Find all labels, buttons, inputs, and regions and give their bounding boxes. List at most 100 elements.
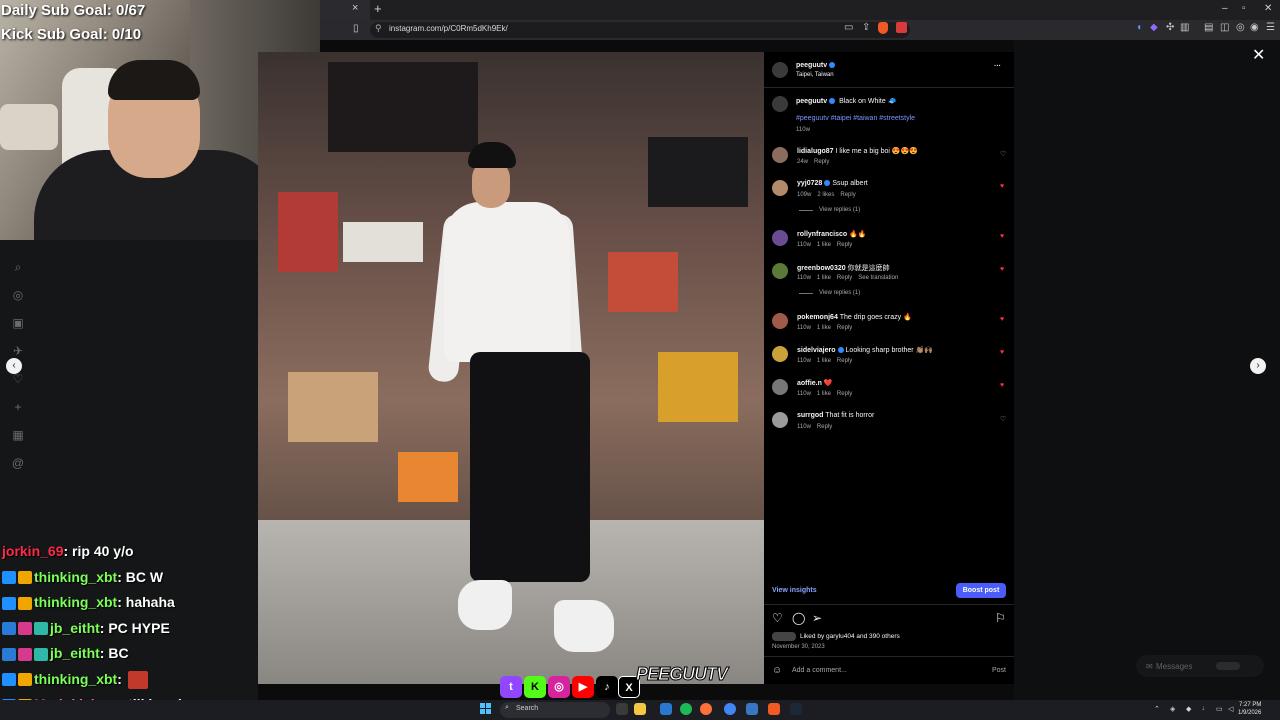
commenter-username[interactable]: yyj0728: [797, 180, 822, 187]
microphone-icon[interactable]: ♩: [1202, 705, 1209, 712]
minimize-button[interactable]: –: [1222, 3, 1228, 14]
comment-like-icon[interactable]: ♥: [1000, 382, 1004, 389]
app-icon[interactable]: [660, 703, 672, 715]
comment-like-icon[interactable]: ♥: [1000, 266, 1004, 273]
share-icon[interactable]: ➢: [812, 611, 822, 625]
view-replies-link[interactable]: View replies (1): [819, 290, 860, 296]
messages-icon[interactable]: ✈: [11, 344, 25, 358]
comment-like-icon[interactable]: ♡: [1000, 415, 1006, 423]
comment-reply-button[interactable]: Reply: [837, 325, 852, 331]
dashboard-icon[interactable]: ▦: [11, 428, 25, 442]
share-icon[interactable]: ⇪: [862, 22, 870, 33]
commenter-username[interactable]: aoffie.n: [797, 380, 822, 387]
commenter-avatar[interactable]: [772, 263, 788, 279]
cast-icon[interactable]: ▭: [844, 22, 853, 33]
tray-chevron-icon[interactable]: ⌃: [1154, 705, 1160, 713]
taskbar-clock[interactable]: 7:27 PM 1/9/2026: [1238, 701, 1261, 717]
brave-icon[interactable]: [768, 703, 780, 715]
comment-reply-button[interactable]: Reply: [817, 424, 832, 430]
messages-pill[interactable]: ✉ Messages: [1136, 655, 1264, 677]
explore-icon[interactable]: ◎: [11, 288, 25, 302]
see-translation-link[interactable]: See translation: [858, 275, 898, 281]
author-avatar[interactable]: [772, 62, 788, 78]
view-insights-link[interactable]: View insights: [772, 587, 817, 594]
comment-reply-button[interactable]: Reply: [837, 391, 852, 397]
bookmark-icon[interactable]: ▯: [353, 23, 359, 34]
comment-likes[interactable]: 1 like: [817, 358, 831, 364]
view-replies-link[interactable]: View replies (1): [819, 207, 860, 213]
caption-hashtags[interactable]: #peeguutv #taipei #taiwan #streetstyle: [796, 115, 915, 122]
browser-tab[interactable]: [320, 0, 370, 20]
next-post-button[interactable]: ›: [1250, 358, 1266, 374]
extensions-icon[interactable]: ✣: [1166, 22, 1174, 33]
author-username[interactable]: peeguutv: [796, 62, 837, 69]
comment-reply-button[interactable]: Reply: [837, 242, 852, 248]
comment-like-icon[interactable]: ♥: [1000, 316, 1004, 323]
like-icon[interactable]: ♡: [772, 611, 783, 625]
commenter-username[interactable]: surrgod: [797, 412, 823, 419]
comment-likes[interactable]: 1 like: [817, 391, 831, 397]
comment-like-icon[interactable]: ♥: [1000, 233, 1004, 240]
commenter-avatar[interactable]: [772, 230, 788, 246]
previous-post-button[interactable]: ‹: [6, 358, 22, 374]
menu-icon[interactable]: ☰: [1266, 22, 1275, 33]
commenter-avatar[interactable]: [772, 346, 788, 362]
leo-icon[interactable]: ◎: [1236, 22, 1245, 33]
commenter-avatar[interactable]: [772, 180, 788, 196]
commenter-avatar[interactable]: [772, 379, 788, 395]
tray-app-icon[interactable]: ◈: [1170, 705, 1175, 713]
commenter-username[interactable]: sidelviajero: [797, 347, 836, 354]
liked-by-text[interactable]: Liked by garylu404 and 390 others: [800, 633, 900, 640]
commenter-username[interactable]: pokemonj64: [797, 314, 838, 321]
commenter-username[interactable]: lidialugo87: [797, 148, 834, 155]
maximize-button[interactable]: ▫: [1242, 3, 1246, 14]
chrome-icon[interactable]: [724, 703, 736, 715]
comment-likes[interactable]: 1 like: [817, 275, 831, 281]
comment-like-icon[interactable]: ♡: [1000, 150, 1006, 158]
more-options-icon[interactable]: ···: [994, 63, 1001, 70]
commenter-avatar[interactable]: [772, 412, 788, 428]
add-comment-input[interactable]: Add a comment...: [792, 667, 847, 674]
windows-start-icon[interactable]: [480, 703, 492, 715]
spotify-icon[interactable]: [680, 703, 692, 715]
commenter-avatar[interactable]: [772, 313, 788, 329]
tray-app-icon[interactable]: ◆: [1186, 705, 1191, 713]
url-text[interactable]: instagram.com/p/C0Rm5dKh9Ek/: [389, 24, 508, 33]
firefox-icon[interactable]: [700, 703, 712, 715]
commenter-avatar[interactable]: [772, 147, 788, 163]
comment-reply-button[interactable]: Reply: [814, 159, 829, 165]
file-explorer-icon[interactable]: [616, 703, 628, 715]
comment-likes[interactable]: 2 likes: [817, 192, 834, 198]
extension-audio-icon[interactable]: ◖: [1136, 22, 1142, 33]
notifications-icon[interactable]: ♡: [11, 372, 25, 386]
close-tab-icon[interactable]: ×: [352, 2, 358, 14]
comment-reply-button[interactable]: Reply: [840, 192, 855, 198]
close-window-button[interactable]: ✕: [1264, 3, 1272, 14]
comment-likes[interactable]: 1 like: [817, 242, 831, 248]
new-tab-icon[interactable]: +: [374, 1, 382, 16]
comment-icon[interactable]: ◯: [792, 611, 805, 625]
search-icon[interactable]: ⌕: [11, 260, 25, 275]
app-icon[interactable]: [746, 703, 758, 715]
comment-reply-button[interactable]: Reply: [837, 275, 852, 281]
save-icon[interactable]: ⚐: [995, 611, 1006, 625]
folder-icon[interactable]: [634, 703, 646, 715]
comment-likes[interactable]: 1 like: [817, 325, 831, 331]
reels-icon[interactable]: ▣: [11, 316, 25, 330]
wallet-icon[interactable]: ▤: [1204, 22, 1213, 33]
modal-backdrop[interactable]: [1014, 40, 1280, 700]
post-comment-button[interactable]: Post: [992, 667, 1006, 674]
steam-icon[interactable]: [790, 703, 802, 715]
brave-shield-icon[interactable]: [878, 22, 888, 34]
sidebar-toggle-icon[interactable]: ▥: [1180, 22, 1189, 33]
emoji-icon[interactable]: ☺: [772, 665, 782, 676]
commenter-username[interactable]: rollynfrancisco: [797, 231, 847, 238]
post-location[interactable]: Taipei, Taiwan: [796, 72, 834, 78]
caption-avatar[interactable]: [772, 96, 788, 112]
site-info-icon[interactable]: ⚲: [375, 23, 382, 34]
commenter-username[interactable]: greenbow0320: [797, 265, 846, 272]
volume-icon[interactable]: ◁: [1228, 705, 1233, 713]
close-modal-icon[interactable]: ✕: [1252, 45, 1265, 65]
vpn-icon[interactable]: ◫: [1220, 22, 1229, 33]
comment-like-icon[interactable]: ♥: [1000, 183, 1004, 190]
